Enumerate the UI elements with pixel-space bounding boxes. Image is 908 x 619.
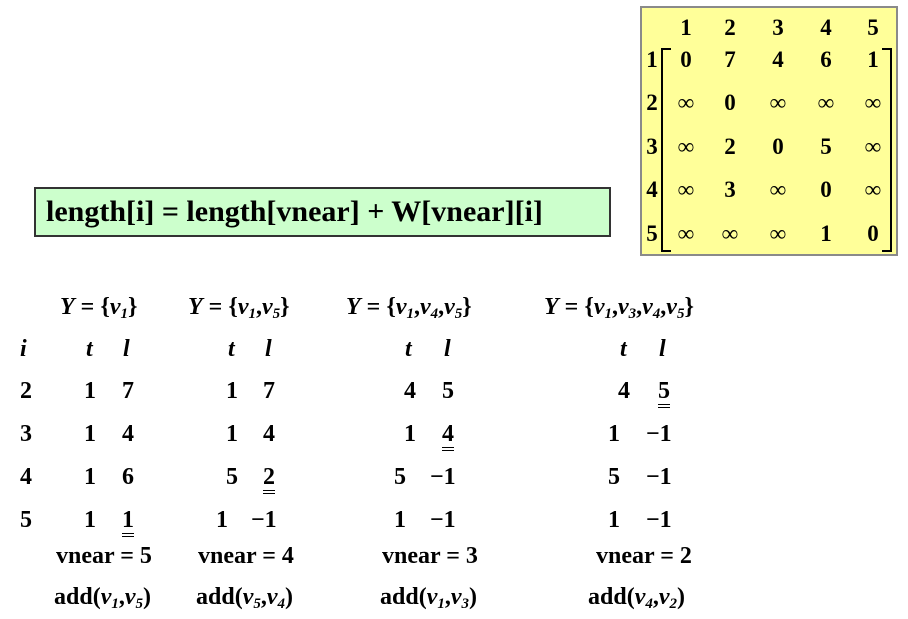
l-value: 4 [122, 421, 134, 447]
l-column-header: l [265, 336, 272, 362]
t-column-header: t [86, 336, 93, 362]
matrix-cell: ∞ [769, 221, 787, 246]
l-value: 4 [263, 421, 275, 447]
matrix-cell: 5 [820, 134, 832, 159]
matrix-col-header: 2 [724, 15, 736, 40]
matrix-col-header: 3 [772, 15, 784, 40]
t-value: 1 [226, 378, 238, 404]
vnear-label: vnear = 3 [382, 543, 478, 569]
t-column-header: t [620, 336, 627, 362]
matrix-row-header: 1 [646, 47, 658, 72]
matrix-cell: 2 [724, 134, 736, 159]
row-index: 5 [20, 507, 32, 533]
l-value: −1 [430, 464, 456, 490]
length-update-formula: length[i] = length[vnear] + W[vnear][i] [34, 187, 611, 237]
matrix-cell: ∞ [769, 177, 787, 202]
matrix-cell: 0 [724, 90, 736, 115]
t-value: 4 [404, 378, 416, 404]
l-value: −1 [251, 507, 277, 533]
l-value: −1 [646, 464, 672, 490]
t-value: 1 [394, 507, 406, 533]
l-value: 4 [442, 421, 454, 451]
matrix-cell: ∞ [769, 90, 787, 115]
matrix-cell: ∞ [721, 221, 739, 246]
matrix-col-header: 4 [820, 15, 832, 40]
visited-set-header: Y = {v1,v5} [188, 294, 290, 322]
matrix-cell: 0 [820, 177, 832, 202]
l-value: 2 [263, 464, 275, 494]
vnear-label: vnear = 2 [596, 543, 692, 569]
matrix-cell: ∞ [864, 134, 882, 159]
matrix-row-header: 2 [646, 90, 658, 115]
matrix-cell: ∞ [677, 221, 695, 246]
t-value: 1 [84, 378, 96, 404]
matrix-cell: ∞ [677, 134, 695, 159]
matrix-cell: 0 [680, 47, 692, 72]
visited-set-header: Y = {v1,v4,v5} [346, 294, 472, 322]
matrix-cell: 1 [820, 221, 832, 246]
matrix-col-header: 1 [680, 15, 692, 40]
t-value: 1 [84, 421, 96, 447]
t-value: 4 [618, 378, 630, 404]
matrix-cell: 1 [867, 47, 879, 72]
l-column-header: l [444, 336, 451, 362]
vnear-label: vnear = 4 [198, 543, 294, 569]
l-value: −1 [430, 507, 456, 533]
matrix-cell: ∞ [677, 90, 695, 115]
l-column-header: l [659, 336, 666, 362]
visited-set-header: Y = {v1,v3,v4,v5} [544, 294, 694, 322]
matrix-cell: ∞ [864, 90, 882, 115]
matrix-col-header: 5 [867, 15, 879, 40]
matrix-row-header: 3 [646, 134, 658, 159]
l-value: −1 [646, 507, 672, 533]
matrix-cell: 6 [820, 47, 832, 72]
matrix-cell: 4 [772, 47, 784, 72]
t-column-header: t [228, 336, 235, 362]
l-value: −1 [646, 421, 672, 447]
t-value: 1 [608, 421, 620, 447]
l-value: 6 [122, 464, 134, 490]
l-value: 7 [122, 378, 134, 404]
matrix-row-header: 4 [646, 177, 658, 202]
row-index: 2 [20, 378, 32, 404]
add-edge-label: add(v4,v2) [588, 584, 685, 612]
t-column-header: t [405, 336, 412, 362]
add-edge-label: add(v1,v3) [380, 584, 477, 612]
l-value: 5 [442, 378, 454, 404]
t-value: 5 [394, 464, 406, 490]
l-value: 5 [658, 378, 670, 408]
matrix-cell: ∞ [817, 90, 835, 115]
matrix-cell: 0 [867, 221, 879, 246]
vnear-label: vnear = 5 [56, 543, 152, 569]
l-value: 1 [122, 507, 134, 537]
row-index: 3 [20, 421, 32, 447]
t-value: 1 [84, 507, 96, 533]
visited-set-header: Y = {v1} [60, 294, 138, 322]
matrix-cell: ∞ [677, 177, 695, 202]
add-edge-label: add(v1,v5) [54, 584, 151, 612]
t-value: 1 [608, 507, 620, 533]
t-value: 1 [404, 421, 416, 447]
matrix-cell: 3 [724, 177, 736, 202]
i-column-header: i [20, 336, 27, 362]
row-index: 4 [20, 464, 32, 490]
t-value: 5 [226, 464, 238, 490]
weight-matrix: 1 2 3 4 5 1 2 3 4 5 0 7 4 6 1 ∞ 0 ∞ ∞ ∞ ∞ 2 0 5 ∞ ∞ 3 ∞ 0 ∞ ∞ ∞ ∞ 1 0 [640, 6, 898, 256]
t-value: 5 [608, 464, 620, 490]
matrix-cell: 7 [724, 47, 736, 72]
matrix-cell: ∞ [864, 177, 882, 202]
matrix-row-header: 5 [646, 221, 658, 246]
l-column-header: l [123, 336, 130, 362]
t-value: 1 [226, 421, 238, 447]
matrix-cell: 0 [772, 134, 784, 159]
l-value: 7 [263, 378, 275, 404]
t-value: 1 [84, 464, 96, 490]
t-value: 1 [216, 507, 228, 533]
add-edge-label: add(v5,v4) [196, 584, 293, 612]
